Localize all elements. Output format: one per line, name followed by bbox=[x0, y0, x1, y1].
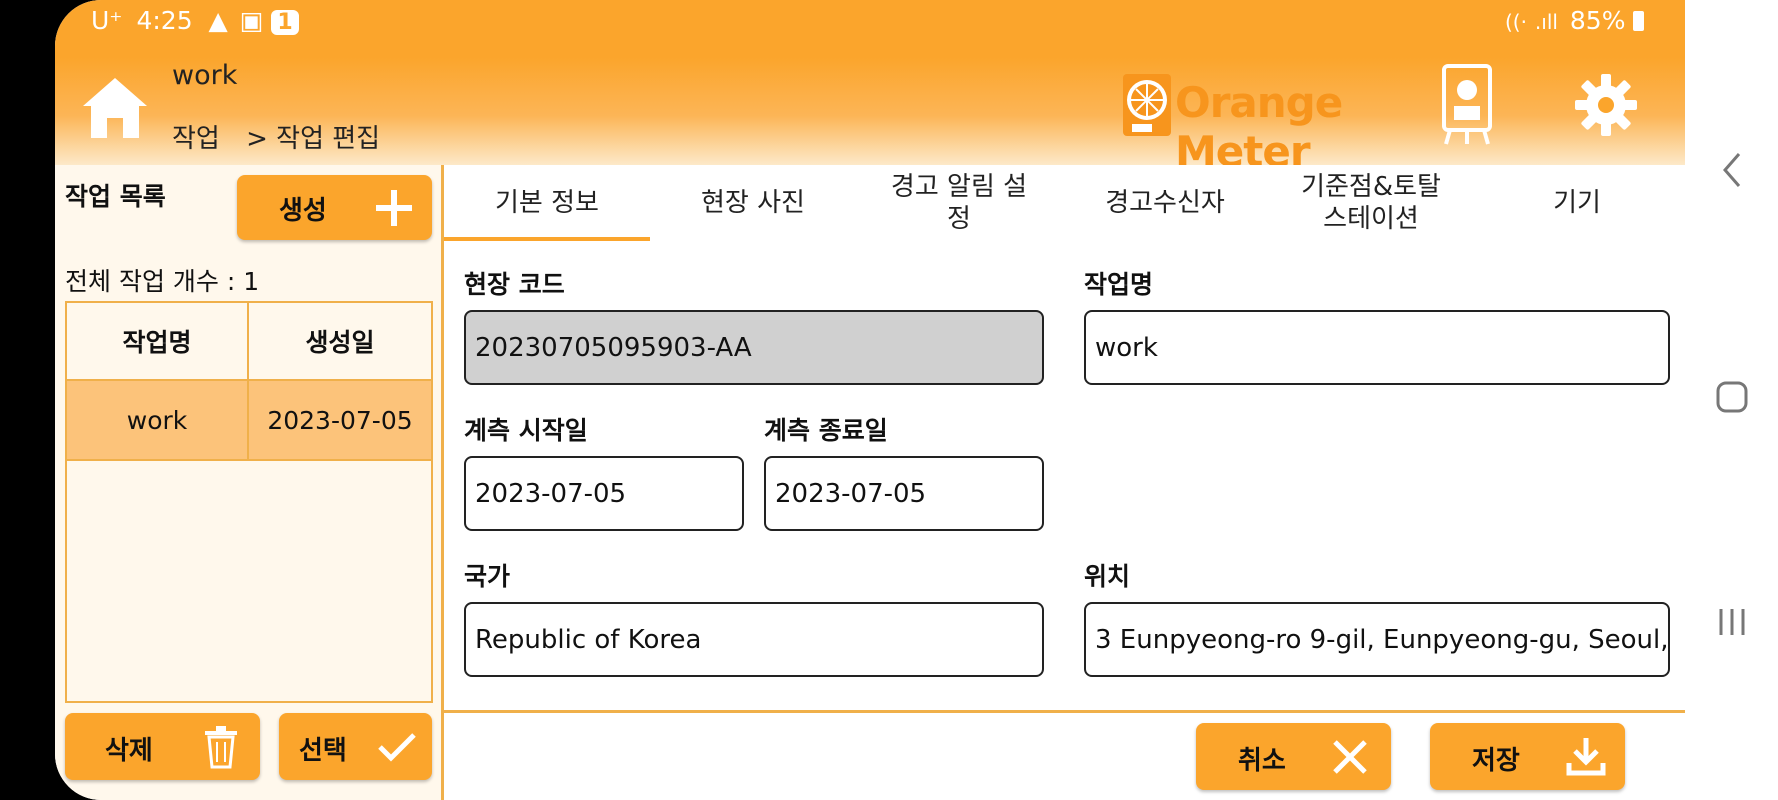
delete-button-label: 삭제 bbox=[105, 736, 153, 766]
save-button[interactable]: 저장 bbox=[1430, 723, 1625, 790]
image-icon: ▣ bbox=[239, 6, 264, 35]
breadcrumb-current: > 작업 편집 bbox=[246, 124, 381, 154]
trash-icon bbox=[205, 726, 237, 769]
job-count: 전체 작업 개수 : 1 bbox=[65, 267, 260, 296]
column-header-date[interactable]: 생성일 bbox=[249, 303, 431, 381]
home-nav-icon[interactable] bbox=[1685, 380, 1778, 418]
page-title: work bbox=[172, 60, 238, 91]
brand-name: Orange Meter bbox=[1175, 78, 1343, 176]
end-date-label: 계측 종료일 bbox=[764, 416, 888, 445]
carrier-label: U⁺ bbox=[91, 6, 123, 35]
back-icon[interactable] bbox=[1685, 150, 1778, 194]
download-icon bbox=[1566, 738, 1606, 776]
start-date-input[interactable]: 2023-07-05 bbox=[464, 456, 744, 531]
table-row[interactable]: work 2023-07-05 bbox=[67, 381, 431, 461]
job-name-input[interactable]: work bbox=[1084, 310, 1670, 385]
breadcrumb: 작업 > 작업 편집 bbox=[172, 118, 380, 155]
site-code-field: 20230705095903-AA bbox=[464, 310, 1044, 385]
battery-level: 85% bbox=[1569, 6, 1626, 35]
meter-logo-icon bbox=[1123, 74, 1171, 136]
location-label: 위치 bbox=[1084, 562, 1131, 591]
wifi-icon: ((· bbox=[1505, 10, 1527, 34]
battery-icon bbox=[1633, 11, 1645, 31]
delete-button[interactable]: 삭제 bbox=[65, 713, 260, 780]
column-header-name[interactable]: 작업명 bbox=[67, 303, 249, 381]
home-icon[interactable] bbox=[79, 72, 151, 144]
notification-badge: 1 bbox=[271, 10, 299, 35]
create-job-button[interactable]: 생성 bbox=[237, 175, 432, 240]
select-button-label: 선택 bbox=[299, 736, 347, 766]
tab-alert-settings[interactable]: 경고 알림 설 정 bbox=[856, 165, 1062, 241]
plus-icon bbox=[376, 190, 412, 226]
settings-gear-icon[interactable] bbox=[1575, 74, 1637, 136]
total-station-icon[interactable] bbox=[1440, 64, 1494, 146]
tab-site-photos[interactable]: 현장 사진 bbox=[650, 165, 856, 241]
cell-created-date: 2023-07-05 bbox=[267, 405, 413, 435]
end-date-input[interactable]: 2023-07-05 bbox=[764, 456, 1044, 531]
job-detail-panel: 기본 정보 현장 사진 경고 알림 설 정 경고수신자 기준점&토탈 스테이션 … bbox=[444, 165, 1685, 800]
create-button-label: 생성 bbox=[279, 196, 327, 226]
status-right: ((· .ıll 85% bbox=[1505, 6, 1645, 35]
tab-alert-recipients[interactable]: 경고수신자 bbox=[1062, 165, 1268, 241]
app-window: U⁺ 4:25 ▲ ▣ 1 ((· .ıll 85% work 작업 > 작업 … bbox=[55, 0, 1685, 800]
app-header: U⁺ 4:25 ▲ ▣ 1 ((· .ıll 85% work 작업 > 작업 … bbox=[55, 0, 1685, 176]
country-label: 국가 bbox=[464, 562, 511, 591]
job-table: 작업명 생성일 work 2023-07-05 bbox=[65, 301, 433, 703]
start-date-label: 계측 시작일 bbox=[464, 416, 588, 445]
system-navigation-bar bbox=[1685, 0, 1778, 800]
warning-icon: ▲ bbox=[208, 6, 228, 35]
tab-devices[interactable]: 기기 bbox=[1474, 165, 1680, 241]
select-button[interactable]: 선택 bbox=[279, 713, 432, 780]
save-button-label: 저장 bbox=[1472, 746, 1520, 776]
active-tab-indicator bbox=[444, 237, 650, 241]
site-code-label: 현장 코드 bbox=[464, 270, 565, 299]
clock: 4:25 bbox=[136, 6, 193, 35]
recent-apps-icon[interactable] bbox=[1685, 605, 1778, 643]
job-name-label: 작업명 bbox=[1084, 270, 1154, 299]
job-list-panel: 작업 목록 생성 전체 작업 개수 : 1 작업명 생성일 work 2023-… bbox=[55, 165, 442, 800]
job-list-title: 작업 목록 bbox=[65, 182, 166, 211]
checkmark-icon bbox=[378, 733, 416, 762]
country-input[interactable]: Republic of Korea bbox=[464, 602, 1044, 677]
signal-icon: .ıll bbox=[1534, 10, 1558, 34]
tab-basic-info[interactable]: 기본 정보 bbox=[444, 165, 650, 241]
footer-divider bbox=[444, 710, 1685, 713]
cancel-button[interactable]: 취소 bbox=[1196, 723, 1391, 790]
breadcrumb-root[interactable]: 작업 bbox=[172, 124, 220, 154]
brand-logo: Orange Meter bbox=[1120, 70, 1410, 176]
close-icon bbox=[1333, 740, 1367, 774]
tab-reference-stations[interactable]: 기준점&토탈 스테이션 bbox=[1268, 165, 1474, 241]
location-input[interactable]: 3 Eunpyeong-ro 9-gil, Eunpyeong-gu, Seou… bbox=[1084, 602, 1670, 677]
cell-job-name: work bbox=[67, 381, 249, 459]
status-left: U⁺ 4:25 ▲ ▣ 1 bbox=[91, 6, 299, 35]
cancel-button-label: 취소 bbox=[1238, 746, 1286, 776]
